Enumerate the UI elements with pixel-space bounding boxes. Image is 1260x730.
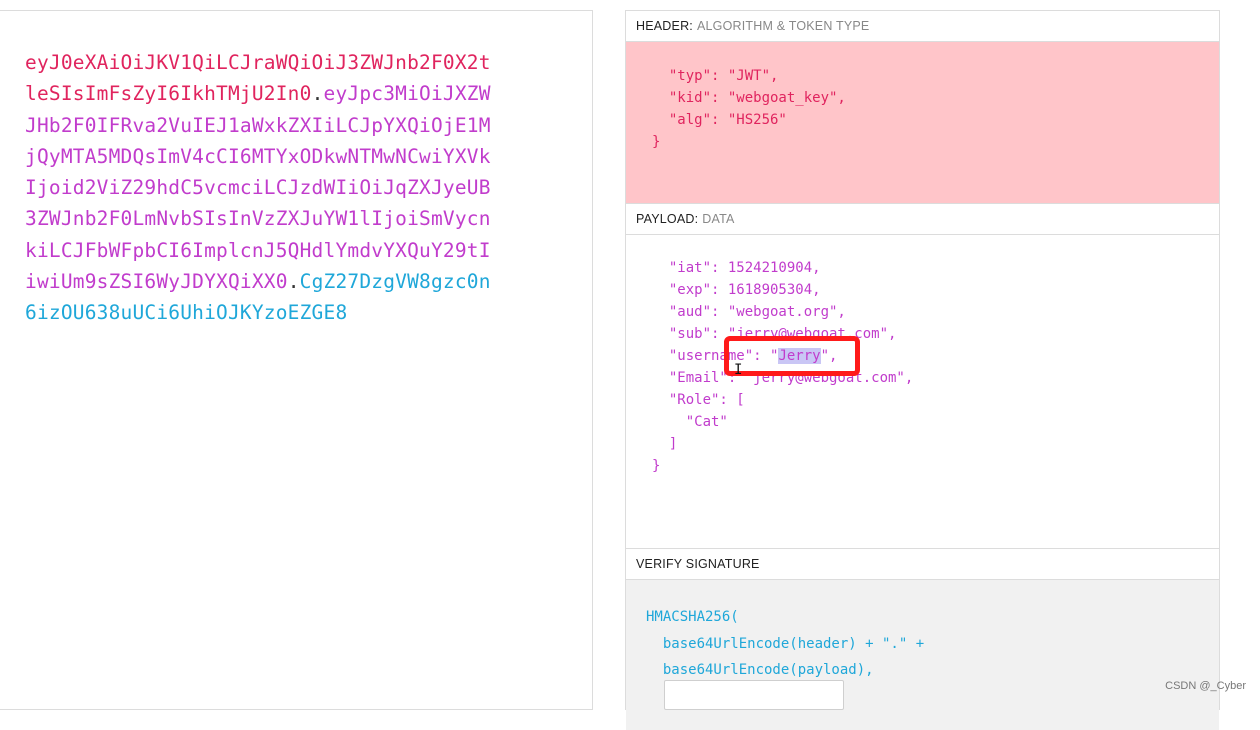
header-json-code[interactable]: "typ": "JWT", "kid": "webgoat_key", "alg…	[652, 65, 846, 153]
header-section-title: HEADER: ALGORITHM & TOKEN TYPE	[626, 11, 1219, 42]
token-payload-end: iwiUm9sZSI6WyJDYXQiXX0	[25, 270, 288, 294]
watermark: CSDN @_Cyber	[1165, 680, 1246, 692]
decoded-panel: HEADER: ALGORITHM & TOKEN TYPE "typ": "JW…	[625, 10, 1220, 730]
payload-code-before: "iat": 1524210904, "exp": 1618905304, "a…	[668, 260, 897, 364]
header-subtitle-label: ALGORITHM & TOKEN TYPE	[696, 19, 870, 33]
token-dot-1: .	[311, 82, 324, 106]
payload-json-code[interactable]: "iat": 1524210904, "exp": 1618905304, "a…	[652, 257, 913, 477]
token-header-line-1: eyJ0eXAiOiJKV1QiLCJraWQiOiJ3ZWJnb2F0X2t	[25, 51, 491, 74]
token-payload-start: eyJpc3MiOiJXZW	[323, 82, 491, 106]
payload-title-label: PAYLOAD:	[636, 212, 699, 226]
text-cursor-icon: I	[734, 362, 743, 378]
token-payload-line-3: Ijoid2ViZ29hdC5vcmciLCJzdWIiOiJqZXJyeUB	[25, 176, 491, 200]
header-editor[interactable]: "typ": "JWT", "kid": "webgoat_key", "alg…	[626, 42, 1219, 204]
verify-section-title: VERIFY SIGNATURE	[626, 549, 1219, 580]
token-payload-line-4: 3ZWJnb2F0LmNvbSIsInVzZXJuYW1lIjoiSmVycn	[25, 207, 491, 231]
secret-input[interactable]	[664, 680, 844, 710]
encoded-panel[interactable]: eyJ0eXAiOiJKV1QiLCJraWQiOiJ3ZWJnb2F0X2t …	[0, 10, 593, 710]
token-payload-line-2: jQyMTA5MDQsImV4cCI6MTYxODkwNTMwNCwiYXVk	[25, 144, 491, 168]
verify-signature-editor: HMACSHA256( base64UrlEncode(header) + ".…	[626, 580, 1219, 730]
token-signature-start: CgZ27DzgVW8gzc0n	[299, 270, 491, 294]
verify-code: HMACSHA256( base64UrlEncode(header) + ".…	[646, 609, 925, 678]
token-signature-end: 6izOU638uUCi6UhiOJKYzoEZGE8	[25, 301, 348, 325]
username-value-selection[interactable]: Jerry	[778, 348, 821, 364]
token-header-line-2: leSIsImFsZyI6IkhTMjU2In0	[25, 82, 312, 106]
payload-editor[interactable]: "iat": 1524210904, "exp": 1618905304, "a…	[626, 235, 1219, 549]
token-payload-line-5: kiLCJFbWFpbCI6ImplcnJ5QHdlYmdvYXQuY29tI	[25, 238, 491, 262]
payload-code-after: ", "Email": "jerry@webgoat.com", "Role":…	[652, 348, 914, 474]
payload-subtitle-label: DATA	[702, 212, 735, 226]
payload-section-title: PAYLOAD: DATA	[626, 204, 1219, 235]
header-title-label: HEADER:	[636, 19, 693, 33]
token-payload-line-1: JHb2F0IFRva2VuIEJ1aWxkZXIiLCJpYXQiOjE1M	[25, 113, 491, 137]
encoded-token-text[interactable]: eyJ0eXAiOiJKV1QiLCJraWQiOiJ3ZWJnb2F0X2t …	[25, 47, 545, 329]
token-dot-2: .	[287, 270, 300, 294]
